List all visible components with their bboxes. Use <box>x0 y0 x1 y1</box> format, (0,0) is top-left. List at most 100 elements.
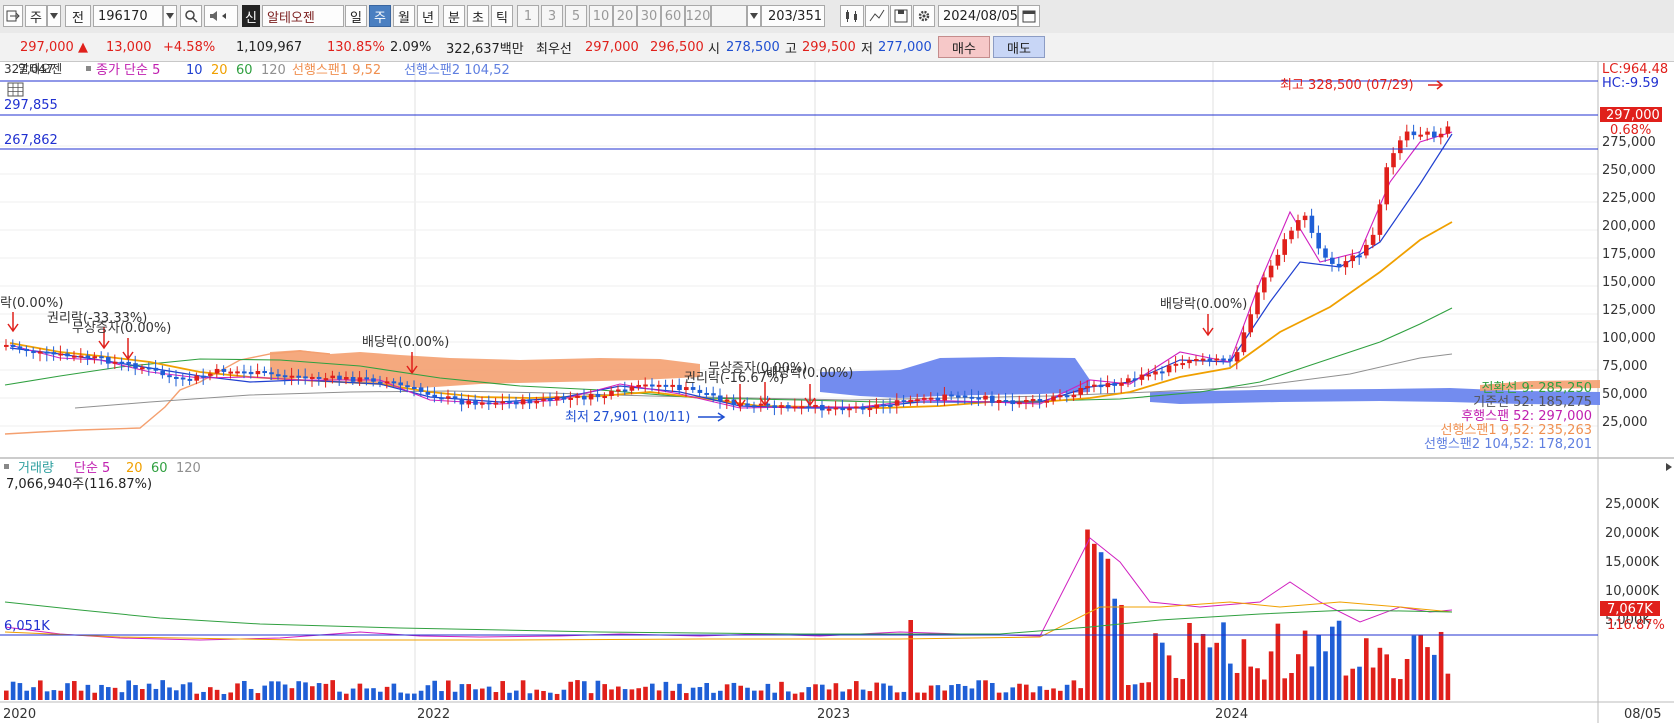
legend-ma20[interactable]: 20 <box>211 63 228 78</box>
candle-body <box>65 353 70 357</box>
candle-body <box>194 375 199 381</box>
candle-body <box>473 400 478 405</box>
table-icon[interactable] <box>7 82 24 97</box>
candle-body <box>833 407 839 410</box>
candle-body <box>908 399 913 402</box>
volume-bar <box>4 690 9 700</box>
volume-bar <box>568 681 573 700</box>
volume-bar <box>303 682 308 700</box>
period-month[interactable]: 월 <box>393 5 415 27</box>
volume-bar <box>466 684 471 700</box>
sell-button[interactable]: 매도 <box>993 36 1045 58</box>
speaker-icon[interactable] <box>204 5 238 27</box>
save-icon[interactable] <box>890 5 912 27</box>
trend-tool-icon[interactable] <box>865 5 889 27</box>
volume-bar <box>439 691 444 700</box>
market-dropdown[interactable] <box>47 5 61 27</box>
number-dropdown[interactable] <box>747 5 761 27</box>
candle-body <box>1160 371 1165 374</box>
candle-body <box>1377 204 1383 235</box>
legend-close-ma[interactable]: 종가 단순 5 <box>96 63 160 78</box>
volume-bar <box>820 684 825 700</box>
candle-body <box>1357 255 1362 258</box>
volume-bar <box>1418 635 1423 700</box>
date-input[interactable]: 2024/08/05 <box>938 5 1018 27</box>
custom-number-input[interactable] <box>711 5 747 27</box>
volume-legend-ma60[interactable]: 60 <box>151 461 168 476</box>
candle-body <box>1071 394 1077 398</box>
candle-body <box>146 367 152 370</box>
volume-bar <box>1282 678 1287 700</box>
volume-bar <box>174 690 179 700</box>
volume-bar <box>248 688 254 700</box>
gear-icon[interactable] <box>913 5 935 27</box>
candle-body <box>711 393 716 396</box>
link-icon[interactable] <box>3 5 23 27</box>
volume-bar <box>480 688 485 700</box>
candle-body <box>167 375 172 378</box>
volume-bar <box>384 686 390 700</box>
volume-bar <box>622 689 628 700</box>
candle-body <box>718 395 723 402</box>
num-30[interactable]: 30 <box>637 5 661 27</box>
volume-bar <box>969 688 975 700</box>
legend-span2[interactable]: 선행스팬2 104,52 <box>404 62 510 78</box>
candle-body <box>602 395 607 398</box>
volume-bar <box>765 683 771 700</box>
volume-legend-name[interactable]: 거래량 <box>18 461 54 476</box>
volume-bar <box>452 691 458 700</box>
prev-button[interactable]: 전 <box>65 5 91 27</box>
volume-bar <box>58 690 63 700</box>
volume-bar <box>119 692 125 700</box>
legend-ma120[interactable]: 120 <box>261 63 286 78</box>
candle-body <box>1017 402 1022 405</box>
num-120[interactable]: 120 <box>685 5 711 27</box>
volume-bar <box>38 680 43 700</box>
volume-bar <box>405 693 410 700</box>
num-5[interactable]: 5 <box>565 5 587 27</box>
candle-body <box>31 351 36 354</box>
volume-bar <box>860 689 866 700</box>
candle-body <box>72 355 77 358</box>
num-3[interactable]: 3 <box>541 5 563 27</box>
display-count[interactable]: 203/351 <box>761 5 825 27</box>
volume-bar <box>473 689 478 700</box>
num-60[interactable]: 60 <box>661 5 685 27</box>
legend-ma60[interactable]: 60 <box>236 63 253 78</box>
candle-body <box>1391 153 1396 168</box>
candle-body <box>561 396 567 400</box>
volume-legend-ma20[interactable]: 20 <box>126 461 143 476</box>
volume-bar <box>1398 679 1403 700</box>
candle-body <box>466 400 471 405</box>
stock-name-field[interactable]: 알테오젠 <box>262 5 344 27</box>
period-second[interactable]: 초 <box>467 5 489 27</box>
num-1[interactable]: 1 <box>517 5 539 27</box>
num-20[interactable]: 20 <box>613 5 637 27</box>
candle-body <box>1003 400 1009 403</box>
period-day[interactable]: 일 <box>345 5 367 27</box>
period-year[interactable]: 년 <box>417 5 439 27</box>
market-button[interactable]: 주 <box>25 5 47 27</box>
code-dropdown[interactable] <box>163 5 177 27</box>
candles-icon[interactable] <box>840 5 864 27</box>
volume-bar <box>1017 683 1022 700</box>
search-icon[interactable] <box>180 5 202 27</box>
calendar-icon[interactable] <box>1018 5 1040 27</box>
period-minute[interactable]: 분 <box>443 5 465 27</box>
volume-bar <box>1221 622 1226 700</box>
num-10[interactable]: 10 <box>589 5 613 27</box>
volume-bar <box>575 680 580 700</box>
period-week[interactable]: 주 <box>369 5 391 27</box>
volume-legend-ma[interactable]: 단순 5 <box>74 461 110 476</box>
volume-bar <box>92 692 97 700</box>
period-tick[interactable]: 틱 <box>491 5 513 27</box>
legend-ma10[interactable]: 10 <box>186 63 203 78</box>
candle-body <box>1132 378 1138 381</box>
stock-code-input[interactable]: 196170 <box>93 5 163 27</box>
stock-chart[interactable]: 327,047 알테오젠 종가 단순 5 10 20 60 120 선행스팬1 … <box>0 62 1674 723</box>
legend-span1[interactable]: 선행스팬1 9,52 <box>292 62 381 78</box>
volume-legend-ma120[interactable]: 120 <box>176 461 201 476</box>
candle-body <box>493 402 499 405</box>
buy-button[interactable]: 매수 <box>938 36 990 58</box>
candle-body <box>1105 383 1111 388</box>
